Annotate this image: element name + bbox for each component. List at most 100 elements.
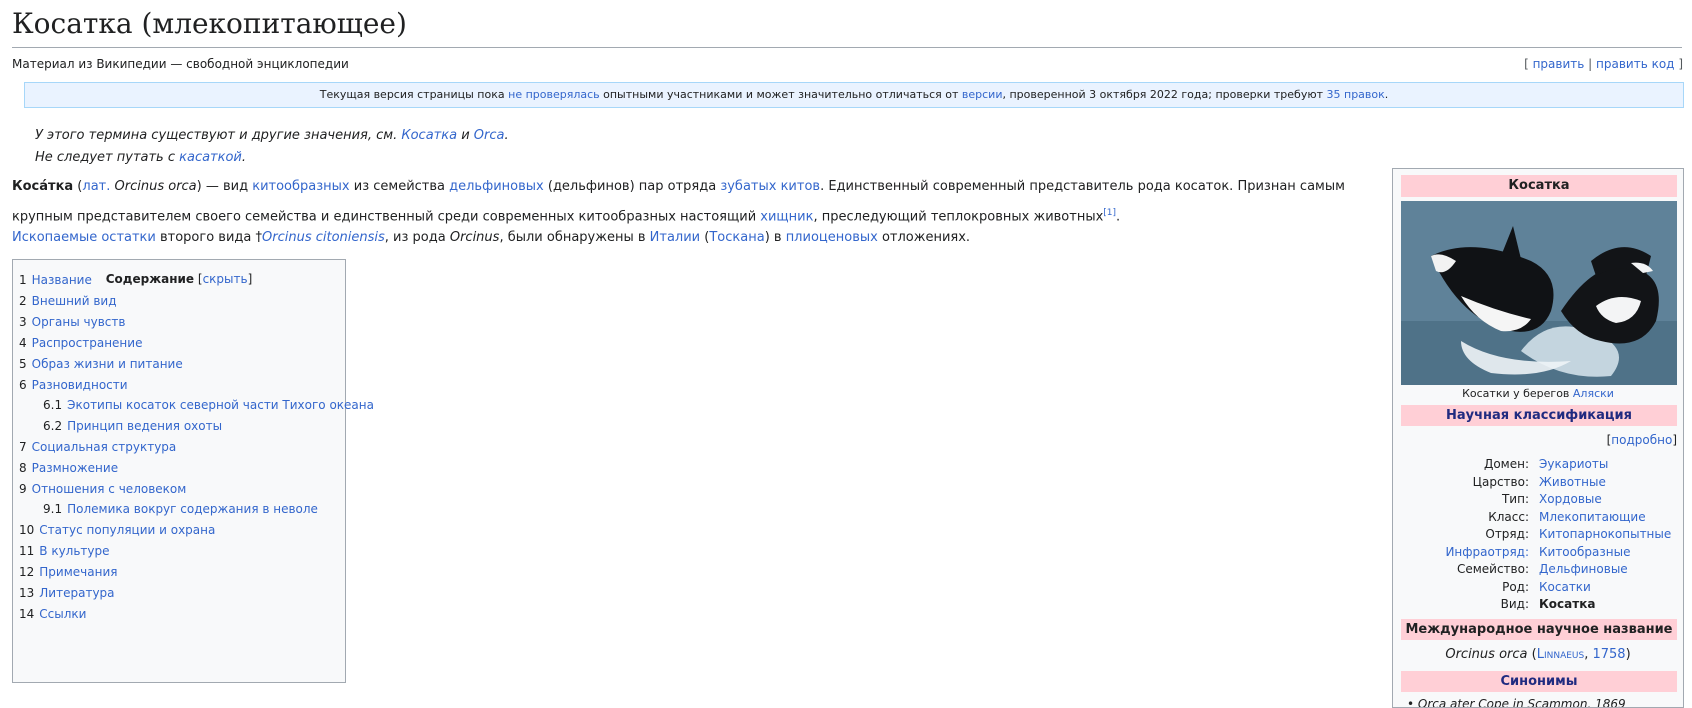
latin-link[interactable]: лат. <box>82 179 110 194</box>
toc-item[interactable]: 11 В культуре <box>19 544 110 558</box>
hatnote-text: У этого термина существуют и другие знач… <box>35 128 402 143</box>
link-fossils[interactable]: Ископаемые остатки <box>12 230 156 245</box>
taxonomy-rank: Вид: <box>1500 597 1529 611</box>
taxonomy-row: Отряд: Китопарнокопытные <box>1401 527 1677 543</box>
pending-edits-link[interactable]: 35 правок <box>1327 88 1385 101</box>
infobox-title: Косатка <box>1401 175 1677 197</box>
toc-link[interactable]: Название <box>32 273 92 287</box>
toc-link[interactable]: В культуре <box>39 544 109 558</box>
site-tagline: Материал из Википедии — свободной энцикл… <box>12 57 349 71</box>
lead-term: Коса́тка <box>12 179 74 194</box>
toc-link[interactable]: Статус популяции и охрана <box>39 523 215 537</box>
synonym-item: • Orca ater Cope in Scammon, 1869 <box>1407 697 1626 708</box>
link-toothed-whales[interactable]: зубатых китов <box>720 179 820 194</box>
taxonomy-value[interactable]: Эукариоты <box>1539 457 1608 471</box>
year-link[interactable]: 1758 <box>1592 647 1625 662</box>
link-citoniensis[interactable]: Orcinus citoniensis <box>262 230 385 245</box>
edit-code-link[interactable]: править код <box>1596 57 1674 71</box>
toc-item[interactable]: 9.1 Полемика вокруг содержания в неволе <box>43 502 318 516</box>
toc-link[interactable]: Примечания <box>39 565 117 579</box>
toc-item[interactable]: 6.2 Принцип ведения охоты <box>43 419 222 433</box>
taxonomy-rank[interactable]: Инфраотряд: <box>1445 545 1529 559</box>
unreviewed-link[interactable]: не проверялась <box>508 88 600 101</box>
detailed-link[interactable]: подробно <box>1611 433 1672 447</box>
toc-item[interactable]: 6 Разновидности <box>19 378 128 392</box>
genus-name: Orcinus <box>449 230 500 245</box>
link-cetaceans[interactable]: китообразных <box>252 179 349 194</box>
hatnote-link-kasatka[interactable]: касаткой <box>179 150 242 165</box>
toc-item[interactable]: 12 Примечания <box>19 565 117 579</box>
toc-link[interactable]: Литература <box>39 586 114 600</box>
lead-text: (дельфинов) пар отряда <box>543 179 721 194</box>
taxonomy-rank: Домен: <box>1483 457 1529 471</box>
table-of-contents: Содержание [скрыть] 1 Название 2 Внешний ви… <box>12 259 374 683</box>
link-dolphins[interactable]: дельфиновых <box>449 179 544 194</box>
toc-item[interactable]: 9 Отношения с человеком <box>19 482 186 496</box>
toc-item[interactable]: 3 Органы чувств <box>19 315 125 329</box>
hatnote-link-kosatka[interactable]: Косатка <box>401 128 457 143</box>
toc-bracket: [ <box>194 272 203 286</box>
toc-number: 11 <box>19 544 35 558</box>
photo-caption: Косатки у берегов Аляски <box>1393 387 1683 400</box>
caption-link-alaska[interactable]: Аляски <box>1573 387 1614 400</box>
fossil-text: , были обнаружены в <box>499 230 650 245</box>
toc-link[interactable]: Социальная структура <box>32 440 177 454</box>
toc-item[interactable]: 10 Статус популяции и охрана <box>19 523 215 537</box>
international-name-header: Международное научное название <box>1401 619 1677 640</box>
toc-item[interactable]: 6.1 Экотипы косаток северной части Тихого… <box>43 398 374 412</box>
toc-link[interactable]: Образ жизни и питание <box>32 357 183 371</box>
toc-number: 14 <box>19 607 35 621</box>
toc-item[interactable]: 1 Название <box>19 273 92 287</box>
scientific-classification-header[interactable]: Научная классификация <box>1401 405 1677 426</box>
bracket: ] <box>1672 433 1677 447</box>
taxonomy-value[interactable]: Млекопитающие <box>1539 510 1646 524</box>
taxonomy-value[interactable]: Китопарнокопытные <box>1539 527 1671 541</box>
scientific-classification-link[interactable]: Научная классификация <box>1446 408 1632 423</box>
fossil-text: второго вида <box>155 230 256 245</box>
link-italy[interactable]: Италии <box>650 230 700 245</box>
reference-link[interactable]: [1] <box>1103 208 1116 218</box>
toc-item[interactable]: 2 Внешний вид <box>19 294 117 308</box>
version-link[interactable]: версии <box>962 88 1003 101</box>
taxonomy-value: Косатка <box>1539 597 1596 611</box>
hatnote-link-orca[interactable]: Orca <box>474 128 505 143</box>
taxonomy-value[interactable]: Косатки <box>1539 580 1591 594</box>
edit-link[interactable]: править <box>1533 57 1585 71</box>
synonym-text: Orca ater Cope in Scammon, 1869 <box>1417 697 1626 708</box>
toc-item[interactable]: 13 Литература <box>19 586 115 600</box>
toc-link[interactable]: Полемика вокруг содержания в неволе <box>67 502 318 516</box>
taxonomy-row: Царство: Животные <box>1401 475 1677 491</box>
toc-hide-link[interactable]: скрыть <box>203 272 248 286</box>
toc-link[interactable]: Принцип ведения охоты <box>67 419 222 433</box>
toc-number: 6.2 <box>43 419 63 433</box>
link-tuscany[interactable]: Тоскана <box>709 230 764 245</box>
synonyms-header[interactable]: Синонимы <box>1401 671 1677 692</box>
author-link[interactable]: Linnaeus <box>1537 647 1585 662</box>
lead-text: , преследующий теплокровных животных <box>813 209 1104 225</box>
toc-item[interactable]: 5 Образ жизни и питание <box>19 357 183 371</box>
hatnote-disambiguation: У этого термина существуют и другие знач… <box>35 128 509 143</box>
taxonomy-value[interactable]: Китообразные <box>1539 545 1630 559</box>
toc-link[interactable]: Органы чувств <box>32 315 126 329</box>
taxonomy-value[interactable]: Дельфиновые <box>1539 562 1628 576</box>
fossil-text: отложениях. <box>877 230 971 245</box>
fossil-text: , из рода <box>384 230 450 245</box>
toc-link[interactable]: Внешний вид <box>32 294 117 308</box>
toc-link[interactable]: Распространение <box>32 336 143 350</box>
taxonomy-row: Класс: Млекопитающие <box>1401 510 1677 526</box>
link-predator[interactable]: хищник <box>760 209 813 224</box>
toc-link[interactable]: Экотипы косаток северной части Тихого ок… <box>67 398 374 412</box>
taxonomy-value[interactable]: Животные <box>1539 475 1606 489</box>
toc-item[interactable]: 14 Ссылки <box>19 607 86 621</box>
link-pliocene[interactable]: плиоценовых <box>786 230 878 245</box>
toc-link[interactable]: Ссылки <box>39 607 86 621</box>
toc-link[interactable]: Размножение <box>32 461 118 475</box>
taxonomy-value[interactable]: Хордовые <box>1539 492 1602 506</box>
toc-item[interactable]: 8 Размножение <box>19 461 118 475</box>
toc-item[interactable]: 7 Социальная структура <box>19 440 176 454</box>
orca-photo[interactable] <box>1401 201 1677 385</box>
toc-link[interactable]: Разновидности <box>32 378 128 392</box>
review-notice-text: опытными участниками и может значительно… <box>599 88 962 101</box>
toc-link[interactable]: Отношения с человеком <box>32 482 187 496</box>
toc-item[interactable]: 4 Распространение <box>19 336 142 350</box>
